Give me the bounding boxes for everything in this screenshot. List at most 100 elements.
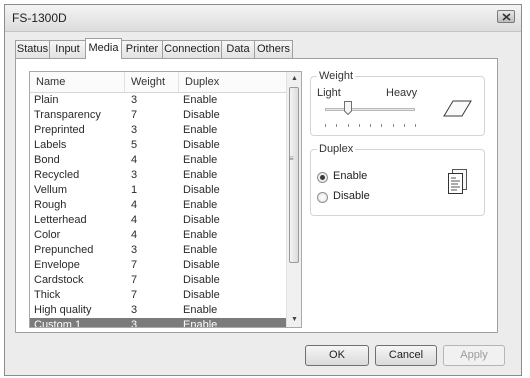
duplex-disable-radio[interactable] [317,192,328,203]
cell-duplex: Enable [183,154,218,166]
cell-duplex: Enable [183,124,218,136]
table-row[interactable]: Plain 3 Enable [30,93,287,108]
table-row[interactable]: Recycled 3 Enable [30,168,287,183]
duplex-enable-label[interactable]: Enable [333,170,367,182]
apply-button[interactable]: Apply [443,345,505,366]
cell-name: Recycled [34,169,80,181]
cell-name: Rough [34,199,67,211]
scroll-up-arrow-icon[interactable]: ▲ [287,72,301,86]
cell-weight: 3 [131,304,138,316]
slider-tick [415,124,416,127]
column-header-name[interactable]: Name [30,72,125,92]
table-row[interactable]: High quality 3 Enable [30,303,287,318]
slider-tick [370,124,371,127]
cell-name: Thick [34,289,61,301]
cell-duplex: Enable [183,94,218,106]
tab-others[interactable]: Others [254,40,293,58]
title-bar: FS-1300D [5,5,521,32]
duplex-page-icon [448,169,467,195]
cell-duplex: Enable [183,199,218,211]
cell-name: Prepunched [34,244,94,256]
media-list[interactable]: Name Weight Duplex Plain 3 Enable Transpare… [29,71,302,328]
list-rows: Plain 3 Enable Transparency 7 Disable Preprint… [30,93,287,328]
cell-weight: 7 [131,109,138,121]
table-row[interactable]: Letterhead 4 Disable [30,213,287,228]
weight-group: Weight Light Heavy [310,70,485,136]
cell-weight: 3 [131,169,138,181]
cell-name: Bond [34,154,60,166]
close-icon [502,13,511,21]
column-header-weight[interactable]: Weight [125,72,179,92]
cell-duplex: Enable [183,229,218,241]
table-row[interactable]: Prepunched 3 Enable [30,243,287,258]
cell-name: Labels [34,139,67,151]
table-row[interactable]: Preprinted 3 Enable [30,123,287,138]
slider-tick [336,124,338,127]
tab-input[interactable]: Input [49,40,86,58]
tab-media[interactable]: Media [85,38,122,59]
cell-name: Transparency [34,109,101,121]
tab-connection[interactable]: Connection [162,40,222,58]
table-row[interactable]: Vellum 1 Disable [30,183,287,198]
cell-duplex: Disable [183,274,220,286]
slider-tick [325,124,326,127]
ok-button[interactable]: OK [305,345,369,366]
cell-name: Plain [34,94,59,106]
scrollbar-grip-icon: ≡ [289,154,294,163]
duplex-enable-radio[interactable] [317,172,328,183]
duplex-group: Duplex Enable Disable [310,143,485,216]
weight-slider-ticks [325,124,416,127]
cancel-button[interactable]: Cancel [375,345,437,366]
window-title: FS-1300D [12,11,67,25]
cell-name: Letterhead [34,214,87,226]
tab-printer[interactable]: Printer [121,40,163,58]
scroll-down-arrow-icon[interactable]: ▼ [287,313,301,327]
table-row[interactable]: Thick 7 Disable [30,288,287,303]
cell-duplex: Enable [183,304,218,316]
table-row[interactable]: Labels 5 Disable [30,138,287,153]
table-row[interactable]: Envelope 7 Disable [30,258,287,273]
weight-slider-track[interactable] [325,108,415,111]
cell-weight: 7 [131,289,138,301]
weight-heavy-label: Heavy [386,87,418,99]
tab-data[interactable]: Data [221,40,255,58]
table-row[interactable]: Bond 4 Enable [30,153,287,168]
slider-tick [381,124,383,127]
table-row[interactable]: Custom 1 3 Enable [30,318,287,328]
cell-name: Color [34,229,61,241]
cell-weight: 3 [131,319,138,328]
list-header: Name Weight Duplex [30,72,287,93]
close-button[interactable] [497,10,515,23]
table-row[interactable]: Transparency 7 Disable [30,108,287,123]
cell-weight: 1 [131,184,138,196]
tab-status[interactable]: Status [15,40,50,58]
table-row[interactable]: Cardstock 7 Disable [30,273,287,288]
weight-light-label: Light [317,87,341,99]
cell-name: Envelope [34,259,80,271]
cell-duplex: Disable [183,139,220,151]
cell-duplex: Disable [183,109,220,121]
cell-duplex: Disable [183,184,220,196]
table-row[interactable]: Rough 4 Enable [30,198,287,213]
cell-weight: 4 [131,154,138,166]
cell-weight: 7 [131,274,138,286]
cell-weight: 4 [131,214,138,226]
scrollbar-thumb[interactable] [289,87,299,263]
table-row[interactable]: Color 4 Enable [30,228,287,243]
cell-weight: 3 [131,244,138,256]
slider-tick [403,124,405,127]
weight-slider-thumb[interactable] [343,101,352,116]
cell-weight: 4 [131,199,138,211]
list-scrollbar[interactable]: ▲ ≡ ▼ [286,72,301,327]
cell-name: Vellum [34,184,68,196]
duplex-disable-label[interactable]: Disable [333,190,370,202]
cell-duplex: Enable [183,319,218,328]
cell-name: High quality [34,304,92,316]
cell-weight: 5 [131,139,138,151]
column-header-duplex[interactable]: Duplex [179,72,287,92]
cell-duplex: Enable [183,244,218,256]
duplex-group-title: Duplex [317,143,356,155]
slider-tick [392,124,394,127]
cell-name: Custom 1 [34,319,82,328]
cell-weight: 3 [131,94,138,106]
